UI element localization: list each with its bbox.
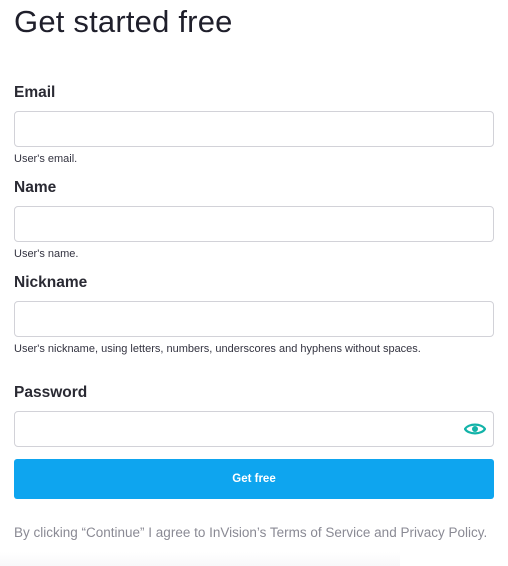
terms-of-service-link[interactable]: Terms of Service: [270, 525, 371, 540]
legal-suffix: .: [483, 525, 488, 540]
eye-icon: [464, 423, 486, 435]
name-field[interactable]: [14, 206, 494, 242]
legal-middle: and: [370, 525, 401, 540]
privacy-policy-link[interactable]: Privacy Policy: [400, 525, 483, 540]
show-password-toggle[interactable]: [463, 419, 487, 439]
nickname-help-text: User's nickname, using letters, numbers,…: [14, 343, 421, 355]
bottom-fade: [0, 552, 400, 566]
page-title: Get started free: [14, 4, 233, 39]
email-label: Email: [14, 84, 56, 101]
legal-text: By clicking “Continue” I agree to InVisi…: [14, 523, 494, 543]
name-label: Name: [14, 179, 57, 196]
nickname-label: Nickname: [14, 274, 88, 291]
name-help-text: User's name.: [14, 248, 79, 260]
legal-prefix: By clicking “Continue” I agree to InVisi…: [14, 525, 270, 540]
email-field[interactable]: [14, 111, 494, 147]
password-label: Password: [14, 384, 88, 401]
password-field[interactable]: [14, 411, 494, 447]
email-help-text: User's email.: [14, 153, 78, 165]
nickname-field[interactable]: [14, 301, 494, 337]
get-free-button[interactable]: Get free: [14, 459, 494, 499]
